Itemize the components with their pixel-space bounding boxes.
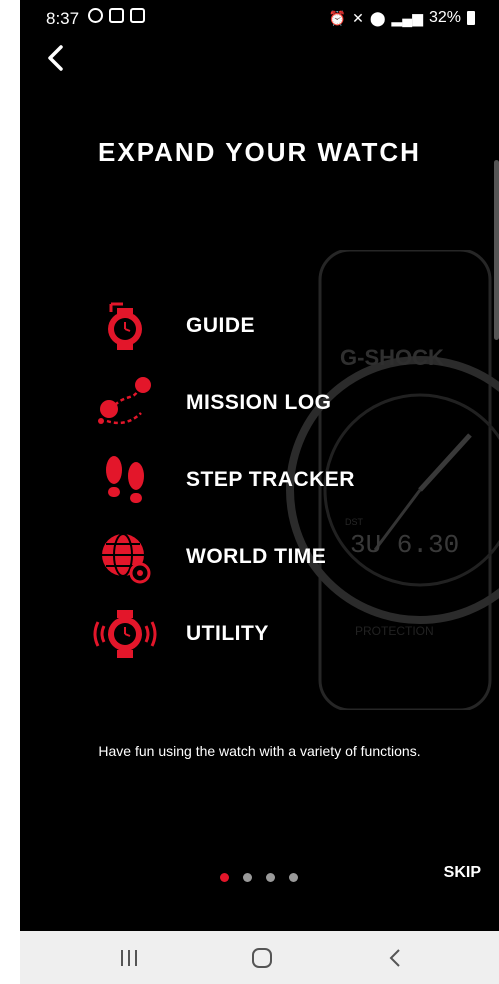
page-title: EXPAND YOUR WATCH: [98, 137, 421, 167]
signal-icon: ▂▄▆: [391, 9, 423, 26]
battery-percent: 32%: [428, 9, 461, 26]
globe-clock-icon: [90, 529, 160, 585]
alarm-icon: ⏰: [328, 9, 347, 26]
back-arrow-icon[interactable]: [38, 40, 74, 76]
guide-watch-icon: [90, 298, 160, 354]
feature-guide[interactable]: GUIDE: [90, 298, 255, 354]
back-icon[interactable]: [382, 944, 410, 972]
status-time: 8:37: [46, 9, 80, 28]
status-bar: 8:37 ⏰ ✕ ⬤ ▂▄▆ 32%: [20, 0, 499, 36]
feature-mission-log-label: MISSION LOG: [186, 391, 332, 414]
watch-band-text: PROTECTION: [355, 624, 434, 638]
feature-step-tracker[interactable]: STEP TRACKER: [90, 452, 355, 508]
battery-icon: [467, 11, 475, 25]
home-icon[interactable]: [248, 944, 276, 972]
watch-signal-icon: [90, 606, 160, 662]
system-icons: ⏰ ✕ ⬤ ▂▄▆ 32%: [329, 9, 475, 27]
page-dot-4[interactable]: [289, 873, 298, 882]
feature-utility-label: UTILITY: [186, 622, 269, 645]
description-text: Have fun using the watch with a variety …: [98, 743, 421, 759]
page-dot-2[interactable]: [243, 873, 252, 882]
android-nav-bar: [20, 931, 499, 984]
gallery-icon: [130, 8, 145, 23]
feature-mission-log[interactable]: MISSION LOG: [90, 375, 332, 431]
feature-step-tracker-label: STEP TRACKER: [186, 468, 355, 491]
watch-brand-text: G-SHOCK: [340, 345, 444, 370]
feature-world-time[interactable]: WORLD TIME: [90, 529, 326, 585]
screen: 8:37 ⏰ ✕ ⬤ ▂▄▆ 32% EXPAND YOUR WATCH G-S…: [20, 0, 499, 931]
app-notification-icon: [109, 8, 124, 23]
page-indicator: [220, 873, 298, 882]
recent-apps-icon[interactable]: [115, 944, 143, 972]
watch-dst-text: DST: [345, 517, 364, 527]
mute-icon: ✕: [352, 9, 364, 26]
notification-icons: [88, 8, 145, 23]
footprints-icon: [90, 452, 160, 508]
feature-world-time-label: WORLD TIME: [186, 545, 327, 568]
feature-guide-label: GUIDE: [186, 314, 256, 337]
location-icon: ⬤: [369, 9, 386, 26]
feature-utility[interactable]: UTILITY: [90, 606, 269, 662]
page-dot-1[interactable]: [220, 873, 229, 882]
skip-button[interactable]: SKIP: [444, 864, 481, 882]
shazam-icon: [88, 8, 103, 23]
page-dot-3[interactable]: [266, 873, 275, 882]
mission-log-route-icon: [90, 375, 160, 431]
watch-digital-display: 3U 6.30: [350, 530, 459, 560]
